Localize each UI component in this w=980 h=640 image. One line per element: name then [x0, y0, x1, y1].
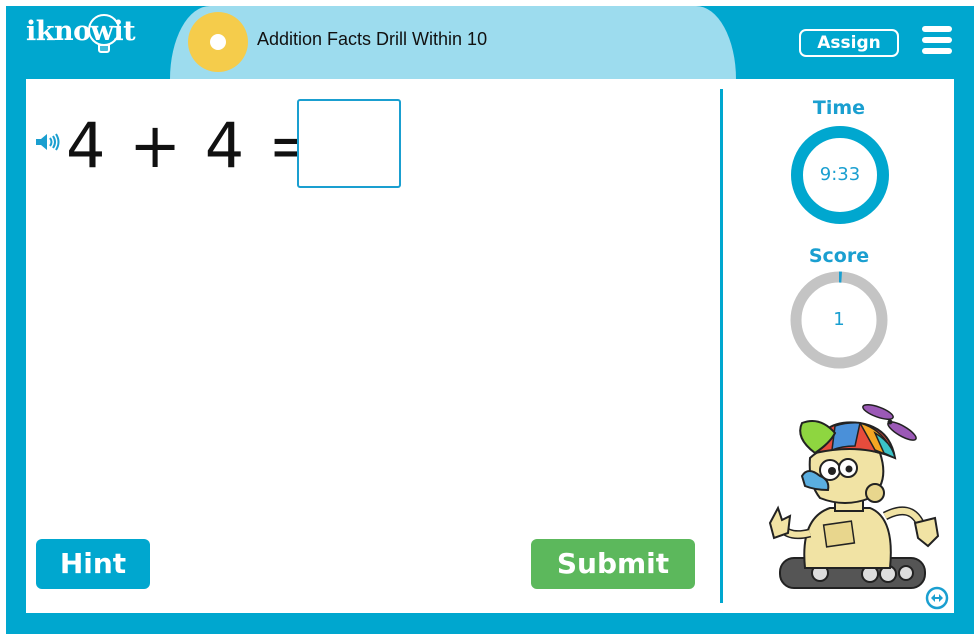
menu-bar: [922, 48, 952, 54]
question-text: 4 + 4 =: [66, 109, 322, 182]
activity-title: Addition Facts Drill Within 10: [257, 29, 488, 49]
hamburger-menu-icon[interactable]: [922, 26, 954, 54]
panel-divider: [720, 89, 723, 603]
activity-badge-dot: [210, 34, 226, 50]
score-value: 1: [833, 309, 845, 330]
assign-button[interactable]: Assign: [799, 29, 899, 57]
time-label: Time: [812, 97, 866, 119]
resize-arrows-icon[interactable]: [925, 586, 949, 610]
lightbulb-icon: [88, 14, 120, 46]
speaker-icon[interactable]: [34, 132, 62, 152]
hint-button[interactable]: Hint: [36, 539, 150, 589]
answer-input[interactable]: [297, 99, 401, 188]
robot-mascot: [768, 404, 940, 589]
lightbulb-base-icon: [98, 44, 110, 53]
score-label: Score: [808, 245, 870, 267]
submit-button[interactable]: Submit: [531, 539, 695, 589]
menu-bar: [922, 37, 952, 43]
time-value: 9:33: [819, 164, 861, 185]
menu-bar: [922, 26, 952, 32]
